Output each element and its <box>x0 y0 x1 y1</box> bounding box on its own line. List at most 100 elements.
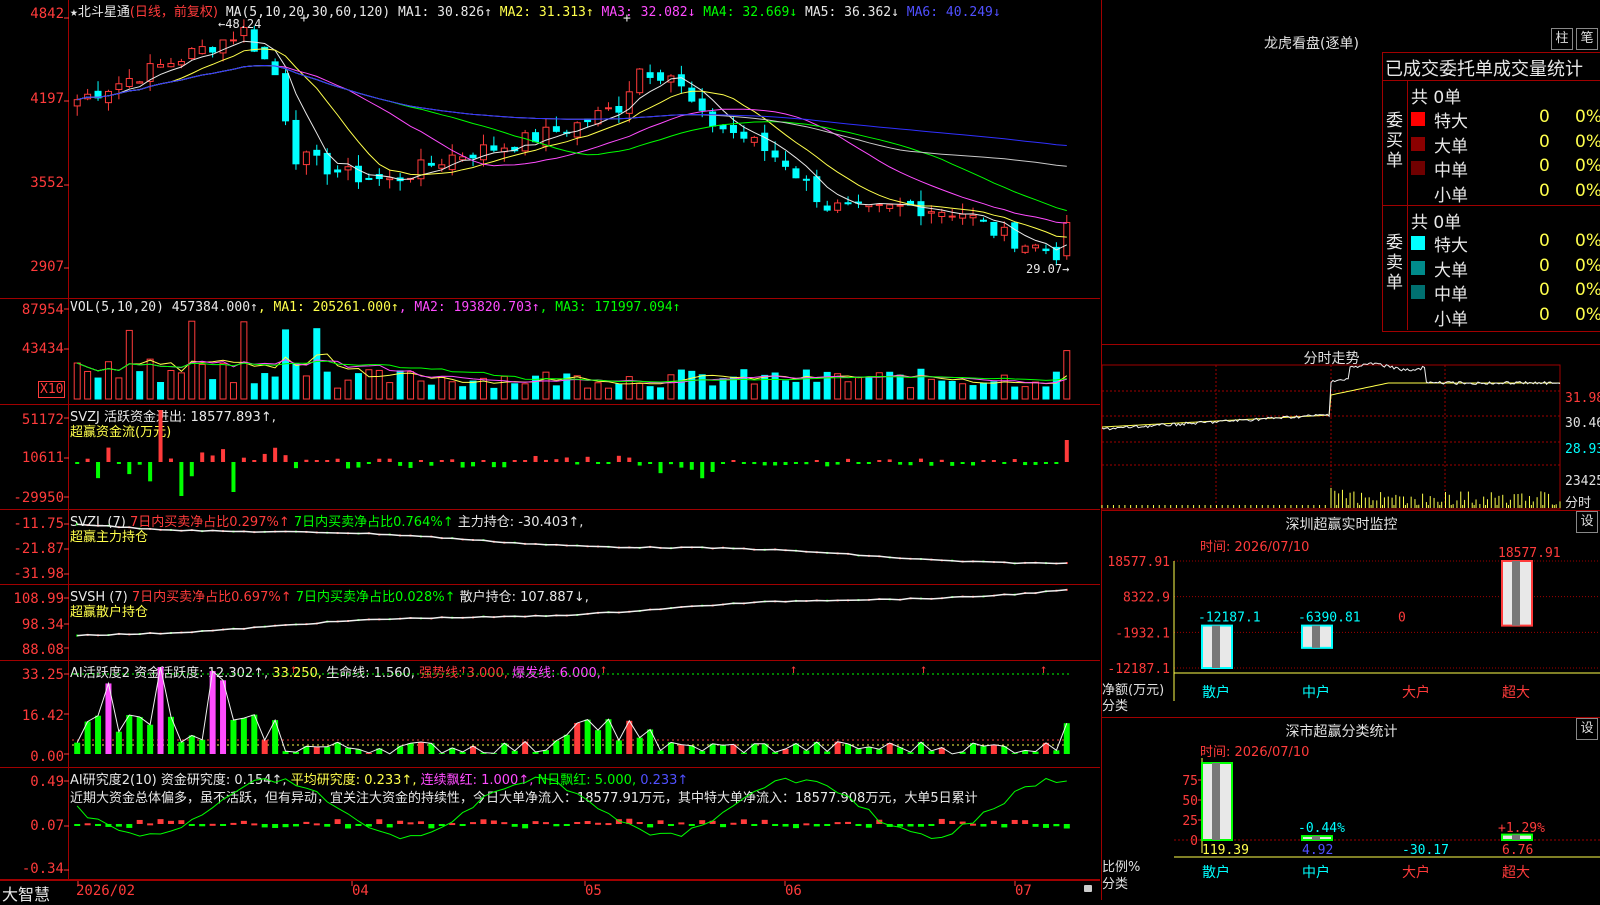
ai-research-bar <box>210 824 216 826</box>
order-stat-row: 特大00% <box>1409 231 1600 253</box>
svzj-bar <box>284 455 288 462</box>
ai-research-bar <box>137 820 143 824</box>
svzj-bar <box>565 457 569 462</box>
candle-body <box>637 69 643 93</box>
candle-body <box>772 151 778 157</box>
candle-body <box>428 163 434 165</box>
candle-body <box>158 64 164 67</box>
order-percent: 0% <box>1575 231 1600 251</box>
volume-bar <box>345 380 351 399</box>
ai-research-bar <box>428 824 434 828</box>
order-type-label: 小单 <box>1434 305 1468 330</box>
x-axis: 大智慧 2026/02 04 05 06 07 <box>0 880 1100 901</box>
svzj-bar-chart <box>0 405 1100 509</box>
ai-activity-pane[interactable]: 33.25 16.42 0.00 AI活跃度2 资金活跃度: 12.302↑, … <box>0 661 1100 768</box>
candle-body <box>595 111 601 124</box>
buy-total: 共 0单 <box>1411 83 1461 108</box>
svzj-bar <box>992 460 996 462</box>
ai-research-bar <box>460 824 466 826</box>
candle-body <box>491 146 497 150</box>
svzj-bar <box>513 460 517 462</box>
ai-research-bar <box>147 823 153 825</box>
ai-activity-bar <box>74 743 80 754</box>
candle-body <box>1064 223 1070 256</box>
ai-research-bar <box>553 824 559 826</box>
ai-research-bar <box>168 821 174 824</box>
svzj-bar <box>763 462 767 465</box>
svzj-bar <box>440 460 444 462</box>
volume-bar <box>970 386 976 399</box>
order-count: 0 <box>1539 256 1550 276</box>
volume-bar <box>220 363 226 399</box>
intraday-panel[interactable]: 分时走势 31.98 30.46 28.93 23425 分时 <box>1101 345 1600 511</box>
ai-research-bar <box>189 824 195 826</box>
sz-monitor-ytick: 8322.9 <box>1123 591 1170 606</box>
ai-research-bar <box>85 823 91 825</box>
svzj-bar <box>252 460 256 462</box>
svzj-bar <box>815 460 819 462</box>
ai-research-bar <box>251 823 257 825</box>
column-mode-button[interactable]: 柱 <box>1551 28 1573 50</box>
ai-research-bar <box>1053 824 1059 826</box>
volume-bar <box>470 381 476 399</box>
svzj-pane[interactable]: 51172 10611 -29950 SVZJ 活跃资金进出: 18577.89… <box>0 405 1100 510</box>
candle-body <box>658 73 664 80</box>
order-type-label: 特大 <box>1434 107 1468 132</box>
svzj-bar <box>159 410 163 462</box>
svzj-bar <box>294 462 298 468</box>
sz-stats-panel[interactable]: 深市超赢分类统计 设 时间: 2026/07/10 7550250119.39散… <box>1101 718 1600 900</box>
order-stat-row: 特大00% <box>1409 107 1600 129</box>
ai-research-bar <box>74 824 80 826</box>
candle-body <box>251 30 257 51</box>
volume-bar <box>543 372 549 399</box>
svzl-line <box>77 524 1067 563</box>
candle-body <box>439 165 445 168</box>
volume-bar <box>314 329 320 399</box>
ai-activity-bar <box>855 749 861 754</box>
candle-body <box>814 177 820 202</box>
ai-research-bar <box>814 824 820 826</box>
candle-body <box>470 155 476 158</box>
sz-monitor-panel[interactable]: 深圳超赢实时监控 设 时间: 2026/07/10 18577.918322.9… <box>1101 511 1600 718</box>
candle-body <box>751 137 757 142</box>
svsh-pane[interactable]: 108.99 98.34 88.08 SVSH (7) 7日内买卖净占比0.69… <box>0 585 1100 661</box>
candle-body <box>970 215 976 217</box>
order-stat-row: 大单00% <box>1409 132 1600 154</box>
volume-bar <box>939 381 945 399</box>
svzj-bar <box>742 462 746 464</box>
svzl-line-chart <box>0 510 1100 584</box>
sz-monitor-ytick: -12187.1 <box>1107 662 1170 677</box>
kline-pane[interactable]: 4842 4197 3552 2907 ★北斗星通(日线，前复权) MA(5,1… <box>0 0 1100 299</box>
volume-bar <box>814 382 820 399</box>
volume-pane[interactable]: 87954 43434 X10 VOL(5,10,20) 457384.000↑… <box>0 299 1100 405</box>
ai-research-chart <box>0 768 1100 879</box>
svzj-bar <box>231 462 235 492</box>
svzj-bar <box>534 456 538 462</box>
svzj-bar <box>981 460 985 462</box>
ai-activity-bar <box>991 745 997 754</box>
tick-mode-button[interactable]: 笔 <box>1576 28 1598 50</box>
ai-research-bar <box>689 824 695 826</box>
lock-icon[interactable] <box>1084 885 1092 892</box>
svzj-bar <box>179 462 183 496</box>
ai-research-bar <box>324 824 330 827</box>
ai-research-bar <box>668 824 674 826</box>
candle-body <box>730 126 736 133</box>
order-count: 0 <box>1539 156 1550 176</box>
svzj-bar <box>263 454 267 462</box>
volume-bar <box>387 383 393 399</box>
ai-research-bar <box>491 820 497 824</box>
svzj-bar <box>315 460 319 462</box>
svzj-bar <box>836 462 840 465</box>
svzj-bar <box>471 462 475 466</box>
candle-body <box>116 84 122 90</box>
svzl-pane[interactable]: -11.75 -21.87 -31.98 SVZL (7) 7日内买卖净占比0.… <box>0 510 1100 585</box>
ai-activity-chart: ↑↑↑↑↑↑ <box>0 661 1100 767</box>
volume-bar <box>168 371 174 399</box>
candle-body <box>189 49 195 59</box>
ai-research-pane[interactable]: 0.49 0.07 -0.34 AI研究度2(10) 资金研究度: 0.154↑… <box>0 768 1100 880</box>
ai-signal-arrow-icon: ↑ <box>920 662 927 676</box>
sz-stats-category-label: 中户 <box>1302 864 1330 881</box>
candle-body <box>783 161 789 166</box>
intraday-ytick: 30.46 <box>1565 416 1600 431</box>
